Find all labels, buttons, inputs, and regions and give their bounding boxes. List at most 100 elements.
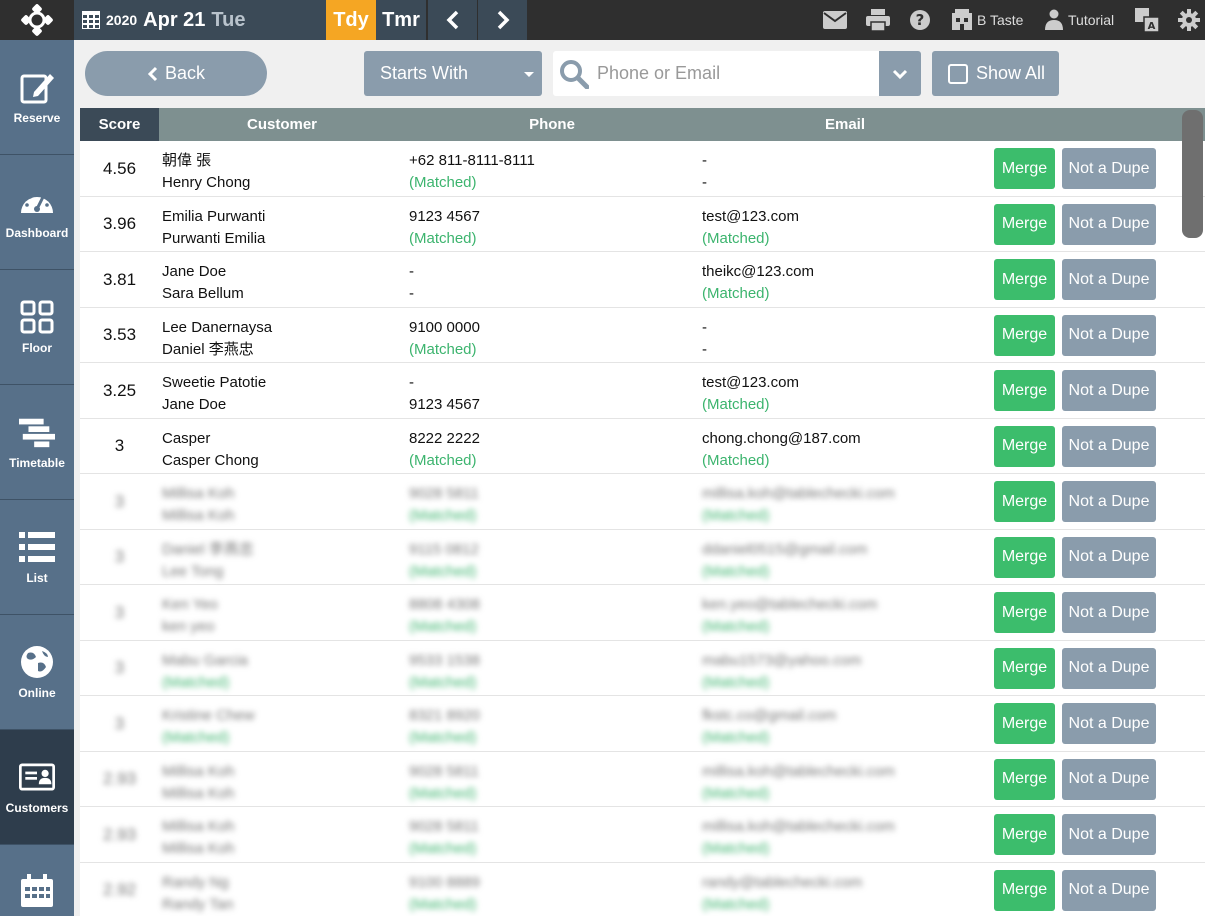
customer-name-1[interactable]: Millisa Koh — [162, 761, 235, 783]
customer-name-1[interactable]: Daniel 李燕忠 — [162, 539, 254, 561]
not-a-dupe-button[interactable]: Not a Dupe — [1062, 203, 1156, 245]
gear-icon[interactable] — [1177, 8, 1201, 32]
tutorial-link[interactable]: Tutorial — [1068, 0, 1114, 40]
venue-name[interactable]: B Taste — [977, 0, 1023, 40]
not-a-dupe-button[interactable]: Not a Dupe — [1062, 869, 1156, 911]
merge-button[interactable]: Merge — [994, 203, 1055, 245]
scrollbar[interactable] — [1182, 110, 1203, 238]
customer-name-1[interactable]: Sweetie Patotie — [162, 372, 266, 394]
customer-name-1[interactable]: Casper — [162, 428, 259, 450]
merge-button[interactable]: Merge — [994, 259, 1055, 300]
email-2: (Matched) — [702, 285, 770, 302]
timetable-icon — [19, 414, 55, 450]
merge-button[interactable]: Merge — [994, 314, 1055, 356]
not-a-dupe-button[interactable]: Not a Dupe — [1062, 148, 1156, 189]
merge-button[interactable]: Merge — [994, 647, 1055, 689]
sidebar-item-list[interactable]: List — [0, 500, 74, 615]
customer-name-1[interactable]: Emilia Purwanti — [162, 206, 265, 228]
next-day-button[interactable] — [477, 0, 527, 40]
customer-name-1[interactable]: Jane Doe — [162, 261, 244, 283]
customer-name-1[interactable]: 朝偉 張 — [162, 150, 250, 172]
help-icon[interactable]: ? — [908, 8, 932, 32]
customer-name-1[interactable]: Millisa Koh — [162, 483, 235, 505]
sidebar-item-calendar[interactable] — [0, 845, 74, 916]
phone-cell: 9028 5811 (Matched) — [409, 761, 479, 805]
customer-name-1[interactable]: Ken Yeo — [162, 594, 218, 616]
date-selector[interactable]: 2020 Apr 21 Tue — [74, 0, 326, 40]
sidebar-item-reserve[interactable]: Reserve — [0, 40, 74, 155]
previous-day-button[interactable] — [427, 0, 477, 40]
email-cell: millisa.koh@tablechecki.com (Matched) — [702, 816, 895, 860]
customer-name-2[interactable]: ken yeo — [162, 616, 218, 638]
merge-button[interactable]: Merge — [994, 869, 1055, 911]
not-a-dupe-button[interactable]: Not a Dupe — [1062, 259, 1156, 300]
customer-name-2[interactable]: Jane Doe — [162, 394, 266, 416]
customer-name-1[interactable]: Lee Danernaysa — [162, 317, 272, 339]
sidebar-item-customers[interactable]: Customers — [0, 730, 74, 845]
not-a-dupe-button[interactable]: Not a Dupe — [1062, 647, 1156, 689]
customer-name-2[interactable]: Millisa Koh — [162, 505, 235, 527]
customer-name-2[interactable]: Sara Bellum — [162, 283, 244, 305]
not-a-dupe-button[interactable]: Not a Dupe — [1062, 314, 1156, 356]
customer-name-2[interactable]: (Matched) — [162, 672, 248, 694]
merge-button[interactable]: Merge — [994, 758, 1055, 800]
phone-2: (Matched) — [409, 840, 477, 857]
customer-name-2[interactable]: Purwanti Emilia — [162, 228, 265, 250]
customer-name-2[interactable]: (Matched) — [162, 727, 255, 749]
sidebar-item-online[interactable]: Online — [0, 615, 74, 730]
merge-button[interactable]: Merge — [994, 425, 1055, 467]
print-icon[interactable] — [866, 8, 890, 32]
customer-name-2[interactable]: Millisa Koh — [162, 783, 235, 805]
header-score[interactable]: Score — [80, 108, 159, 141]
sidebar-item-timetable[interactable]: Timetable — [0, 385, 74, 500]
merge-button[interactable]: Merge — [994, 536, 1055, 578]
not-a-dupe-button[interactable]: Not a Dupe — [1062, 814, 1156, 855]
merge-button[interactable]: Merge — [994, 703, 1055, 744]
not-a-dupe-button[interactable]: Not a Dupe — [1062, 370, 1156, 411]
customer-name-1[interactable]: Millisa Koh — [162, 816, 235, 838]
table-row: 3 Kristine Chew (Matched) 8321 8920 (Matched… — [80, 696, 1205, 752]
not-a-dupe-button[interactable]: Not a Dupe — [1062, 425, 1156, 467]
customer-name-2[interactable]: Randy Tan — [162, 894, 233, 916]
merge-button[interactable]: Merge — [994, 814, 1055, 855]
email-1: millisa.koh@tablechecki.com — [702, 818, 895, 835]
merge-button[interactable]: Merge — [994, 481, 1055, 522]
customer-name-2[interactable]: Lee Tong — [162, 561, 254, 583]
not-a-dupe-button[interactable]: Not a Dupe — [1062, 536, 1156, 578]
customer-name-1[interactable]: Mabu Garcia — [162, 650, 248, 672]
date-month-day: Apr 21 — [143, 8, 206, 31]
customer-name-2[interactable]: Daniel 李燕忠 — [162, 339, 272, 361]
not-a-dupe-button[interactable]: Not a Dupe — [1062, 758, 1156, 800]
phone-1: 9028 5811 — [409, 762, 479, 780]
tomorrow-button[interactable]: Tmr — [376, 0, 426, 40]
match-mode-dropdown[interactable]: Starts With — [364, 51, 542, 96]
merge-button[interactable]: Merge — [994, 370, 1055, 411]
show-all-toggle[interactable]: Show All — [932, 51, 1059, 96]
customer-name-1[interactable]: Kristine Chew — [162, 705, 255, 727]
search-input[interactable] — [597, 63, 867, 84]
venue-icon[interactable] — [950, 8, 974, 32]
customer-name-2[interactable]: Millisa Koh — [162, 838, 235, 860]
sidebar-item-floor[interactable]: Floor — [0, 270, 74, 385]
email-2: (Matched) — [702, 451, 770, 469]
merge-button[interactable]: Merge — [994, 148, 1055, 189]
language-icon[interactable]: A — [1135, 8, 1159, 32]
score-cell: 2.92 — [102, 880, 137, 899]
not-a-dupe-button[interactable]: Not a Dupe — [1062, 703, 1156, 744]
merge-button[interactable]: Merge — [994, 592, 1055, 633]
search-options-button[interactable] — [879, 51, 921, 96]
customer-name-1[interactable]: Randy Ng — [162, 872, 233, 894]
tutorial-person-icon[interactable] — [1042, 8, 1066, 32]
back-button[interactable]: Back — [85, 51, 267, 96]
not-a-dupe-button[interactable]: Not a Dupe — [1062, 592, 1156, 633]
phone-2: (Matched) — [409, 229, 477, 247]
duplicates-table: Score Customer Phone Email 4.56 朝偉 張 Henry… — [80, 108, 1205, 916]
today-button[interactable]: Tdy — [326, 0, 376, 40]
app-logo-icon[interactable] — [0, 0, 74, 40]
customer-name-2[interactable]: Casper Chong — [162, 450, 259, 472]
mail-icon[interactable] — [823, 8, 847, 32]
not-a-dupe-button[interactable]: Not a Dupe — [1062, 481, 1156, 522]
customer-name-2[interactable]: Henry Chong — [162, 172, 250, 194]
sidebar-item-dashboard[interactable]: Dashboard — [0, 155, 74, 270]
phone-2: (Matched) — [409, 507, 477, 524]
